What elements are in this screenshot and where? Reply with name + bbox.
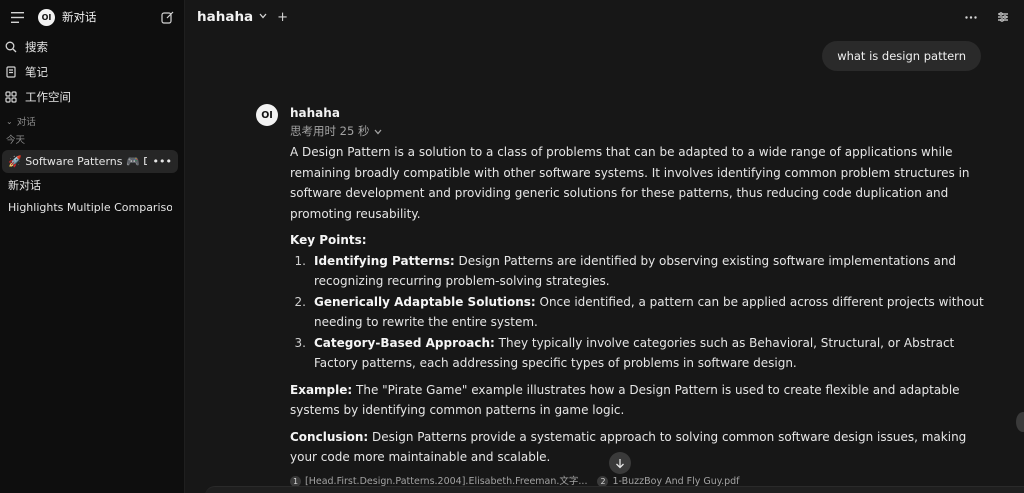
- notes-icon: [4, 65, 18, 79]
- list-item-title: Category-Based Approach:: [314, 335, 495, 350]
- list-item: 2. Generically Adaptable Solutions: Once…: [290, 292, 990, 333]
- conversation-title: 新对话: [8, 178, 41, 192]
- sidebar-item-label: 笔记: [25, 64, 48, 79]
- today-label: 今天: [6, 135, 26, 146]
- app-logo: OI: [38, 8, 55, 26]
- list-item: 3. Category-Based Approach: They typical…: [290, 333, 990, 374]
- sidebar-item-workspace[interactable]: 工作空间: [0, 84, 184, 109]
- list-item-title: Generically Adaptable Solutions:: [314, 294, 536, 309]
- user-message: what is design pattern: [822, 41, 981, 71]
- message-input-bar[interactable]: [205, 486, 1024, 493]
- assistant-avatar: OI: [256, 104, 278, 126]
- search-icon: [4, 40, 18, 54]
- assistant-message: hahaha 思考用时 25 秒 A Design Pattern is a s…: [290, 104, 990, 493]
- add-model-icon[interactable]: +: [277, 10, 288, 25]
- sidebar-item-search[interactable]: 搜索: [0, 34, 184, 59]
- example-text: The "Pirate Game" example illustrates ho…: [290, 382, 960, 418]
- header-actions: [962, 8, 1012, 26]
- conversations-section-toggle[interactable]: ⌄ 对话: [0, 112, 184, 130]
- new-chat-label[interactable]: 新对话: [62, 9, 97, 25]
- conclusion-label: Conclusion:: [290, 429, 369, 444]
- list-item-title: Identifying Patterns:: [314, 253, 455, 268]
- sidebar: OI 新对话 搜索 笔记 工作空间 ⌄ 对话 今天 🚀 Software Pat…: [0, 0, 185, 493]
- conversation-title: Highlights Multiple Comparisons 🌡: [8, 201, 172, 214]
- chat-header: hahaha +: [185, 0, 1024, 34]
- key-points-heading: Key Points:: [290, 233, 367, 247]
- assistant-name: hahaha: [290, 106, 340, 120]
- new-chat-edit-icon[interactable]: [158, 8, 176, 26]
- sidebar-item-label: 工作空间: [25, 89, 71, 104]
- conversation-item[interactable]: 🚀 Software Patterns 🎮 Design •••: [2, 150, 178, 173]
- settings-sliders-icon[interactable]: [994, 8, 1012, 26]
- list-number: 1.: [294, 253, 306, 268]
- menu-icon[interactable]: [8, 8, 26, 26]
- chevron-down-icon: ⌄: [6, 116, 13, 126]
- conversation-item[interactable]: Highlights Multiple Comparisons 🌡: [2, 196, 178, 219]
- example-label: Example:: [290, 382, 353, 397]
- sidebar-item-notes[interactable]: 笔记: [0, 59, 184, 84]
- chevron-down-icon: [374, 122, 382, 140]
- more-options-icon[interactable]: [962, 8, 980, 26]
- side-panel-handle[interactable]: [1016, 412, 1024, 432]
- thinking-toggle[interactable]: 思考用时 25 秒: [290, 122, 990, 140]
- conversation-title: 🚀 Software Patterns 🎮 Design: [8, 155, 147, 168]
- conversation-item[interactable]: 新对话: [2, 173, 178, 196]
- key-points-list: 1. Identifying Patterns: Design Patterns…: [290, 251, 990, 374]
- scroll-to-bottom-button[interactable]: [609, 452, 631, 474]
- sidebar-top: OI 新对话: [0, 0, 184, 34]
- model-selector[interactable]: hahaha: [197, 9, 253, 25]
- workspace-icon: [4, 90, 18, 104]
- thinking-label: 思考用时 25 秒: [290, 124, 370, 138]
- section-label: 对话: [16, 117, 36, 128]
- intro-paragraph: A Design Pattern is a solution to a clas…: [290, 145, 970, 221]
- list-item: 1. Identifying Patterns: Design Patterns…: [290, 251, 990, 292]
- more-options-icon[interactable]: •••: [153, 155, 172, 168]
- sidebar-item-label: 搜索: [25, 39, 48, 54]
- list-number: 2.: [294, 294, 306, 309]
- example-paragraph: Example: The "Pirate Game" example illus…: [290, 380, 990, 421]
- list-number: 3.: [294, 335, 306, 350]
- conclusion-paragraph: Conclusion: Design Patterns provide a sy…: [290, 427, 990, 468]
- chevron-down-icon[interactable]: [259, 12, 267, 22]
